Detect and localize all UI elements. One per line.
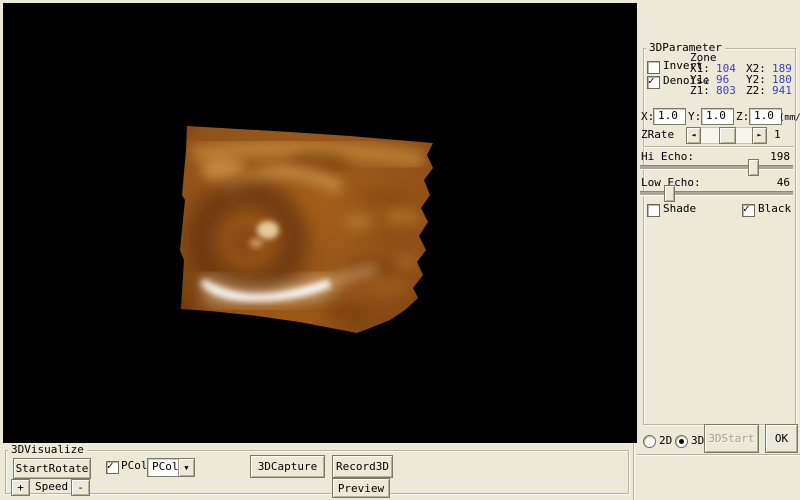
mode-3d-radio[interactable] (675, 435, 688, 448)
zone-z2-label: Z2: (746, 85, 766, 97)
scale-unit-label: (mm/p) (779, 112, 800, 124)
zrate-thumb[interactable] (719, 127, 736, 144)
denoise-checkbox[interactable]: ✓ (647, 76, 660, 89)
radio-dot-icon (679, 439, 684, 444)
low-echo-slider[interactable] (640, 191, 793, 196)
y-scale-label: Y: (688, 111, 701, 123)
hi-echo-value: 198 (766, 151, 790, 163)
checkmark-icon: ✓ (648, 75, 655, 86)
black-label: Black (758, 203, 791, 215)
x-scale-input[interactable]: 1.0 (653, 108, 686, 125)
chevron-down-icon[interactable]: ▼ (178, 459, 194, 476)
pcolor-dropdown[interactable]: PColor ▼ (147, 458, 195, 477)
mode-2d-label: 2D (659, 435, 672, 447)
speed-minus-button[interactable]: - (71, 479, 90, 496)
zone-z1-label: Z1: (690, 85, 710, 97)
preview-button[interactable]: Preview (332, 478, 390, 498)
ok-button[interactable]: OK (765, 424, 798, 453)
bottom-panel-divider (633, 443, 634, 500)
z-scale-input[interactable]: 1.0 (749, 108, 782, 125)
speed-plus-button[interactable]: + (11, 479, 30, 496)
arrow-right-icon[interactable]: ► (752, 127, 767, 144)
low-echo-thumb[interactable] (664, 185, 675, 202)
3dstart-button[interactable]: 3DStart (704, 424, 759, 453)
visualize-group-title: 3DVisualize (8, 444, 87, 456)
z-scale-label: Z: (736, 111, 749, 123)
zrate-value: 1 (774, 129, 781, 141)
checkmark-icon: ✓ (743, 203, 750, 214)
ultrasound-3d-render[interactable] (168, 102, 458, 342)
speed-label: Speed (35, 481, 68, 493)
mode-3d-label: 3D (691, 435, 704, 447)
hi-echo-slider[interactable] (640, 165, 793, 170)
shade-checkbox[interactable]: ✓ (647, 204, 660, 217)
hi-echo-thumb[interactable] (748, 159, 759, 176)
3dcapture-button[interactable]: 3DCapture (250, 455, 325, 478)
arrow-left-icon[interactable]: ◄ (686, 127, 701, 144)
zone-z2-value: 941 (772, 85, 792, 97)
shade-label: Shade (663, 203, 696, 215)
y-scale-input[interactable]: 1.0 (701, 108, 734, 125)
pcolor-checkbox[interactable]: ✓ (106, 461, 119, 474)
low-echo-value: 46 (766, 177, 790, 189)
section-divider (643, 146, 794, 147)
invert-checkbox[interactable]: ✓ (647, 61, 660, 74)
black-checkbox[interactable]: ✓ (742, 204, 755, 217)
record3d-button[interactable]: Record3D (332, 455, 393, 478)
mode-2d-radio[interactable] (643, 435, 656, 448)
hi-echo-label: Hi Echo: (641, 151, 694, 163)
parameter-groupbox (643, 48, 796, 425)
right-panel-divider (637, 454, 800, 455)
render-viewport[interactable] (3, 3, 637, 443)
zone-z1-value: 803 (716, 85, 736, 97)
application-window: 3DParameter ✓ Invert ✓ Denoise Zone X1: … (0, 0, 800, 500)
zrate-label: ZRate (641, 129, 674, 141)
checkmark-icon: ✓ (107, 460, 114, 471)
start-rotate-button[interactable]: StartRotate (13, 458, 91, 479)
